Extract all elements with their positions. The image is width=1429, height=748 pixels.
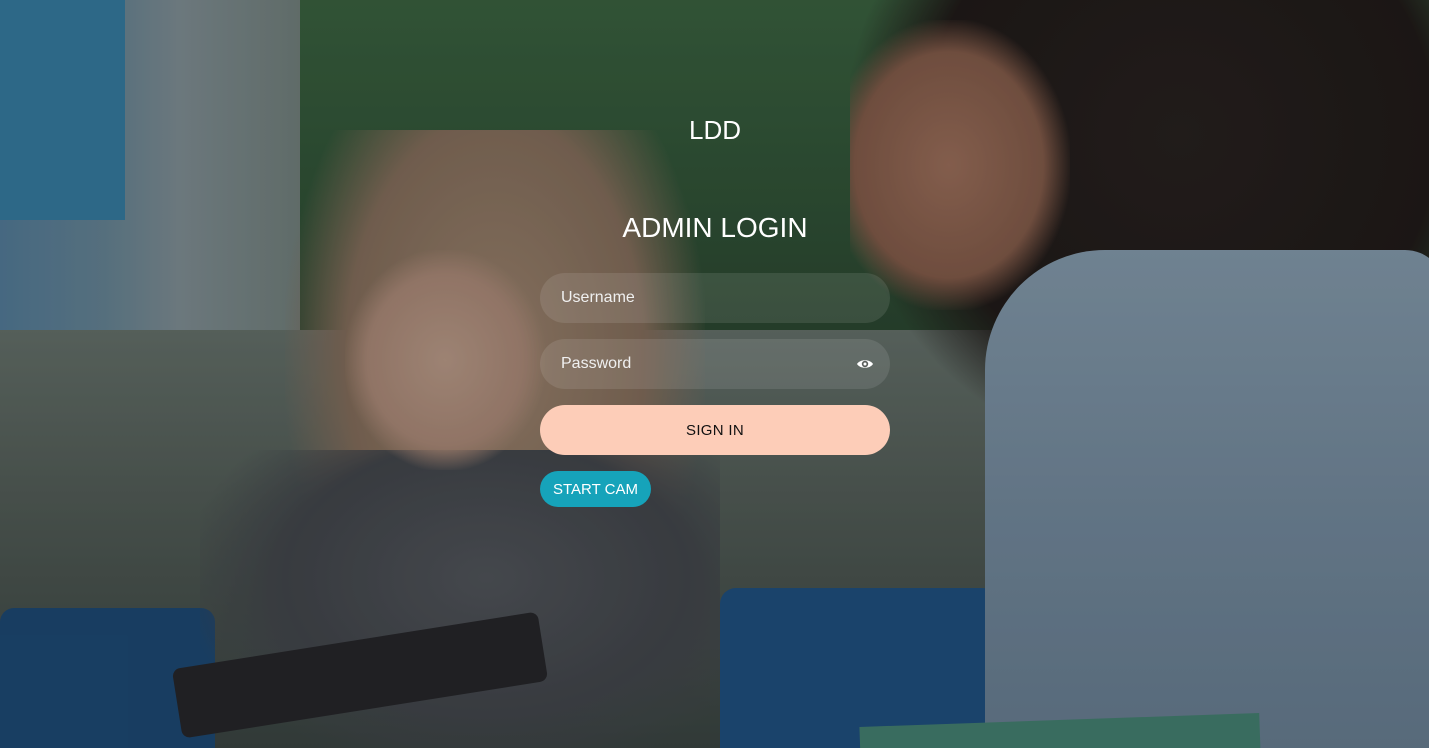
page-title: ADMIN LOGIN — [622, 212, 808, 243]
eye-icon[interactable] — [856, 356, 874, 372]
sign-in-button[interactable]: SIGN IN — [540, 405, 890, 455]
start-cam-button[interactable]: START CAM — [540, 471, 651, 507]
username-field-wrapper — [540, 273, 890, 323]
brand-title: LDD — [688, 115, 741, 145]
password-input[interactable] — [540, 339, 890, 389]
login-panel: LDD ADMIN LOGIN SIGN IN START CAM — [540, 0, 890, 748]
password-field-wrapper — [540, 339, 890, 389]
username-input[interactable] — [540, 273, 890, 323]
